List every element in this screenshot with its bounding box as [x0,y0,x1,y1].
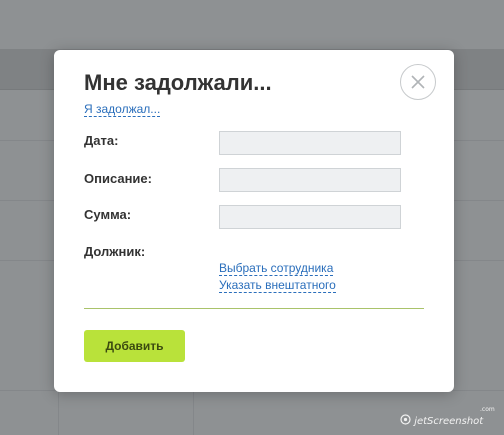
watermark-text: jetScreenshot [414,416,484,427]
date-field[interactable] [219,131,401,155]
form-divider [84,308,424,309]
add-button[interactable]: Добавить [84,330,185,362]
choose-employee-link[interactable]: Выбрать сотрудника [219,262,334,276]
description-label: Описание: [84,171,152,186]
background-column-divider [193,390,194,435]
date-label: Дата: [84,133,119,148]
close-button[interactable] [400,64,436,100]
background-column-divider [58,390,59,435]
dialog-title: Мне задолжали... [84,70,272,95]
switch-to-i-owe-link[interactable]: Я задолжал... [84,102,161,117]
specify-external-link[interactable]: Указать внештатного [219,279,336,293]
watermark-logo-icon [400,414,411,425]
amount-field[interactable] [219,205,401,229]
close-icon [411,75,425,89]
watermark-suffix: .com [480,406,495,413]
watermark: jetScreenshot .com [400,406,495,427]
debtor-label: Должник: [84,244,146,259]
description-field[interactable] [219,168,401,192]
debt-dialog: Мне задолжали... Я задолжал... Дата: Опи… [54,50,454,392]
amount-label: Сумма: [84,207,132,222]
